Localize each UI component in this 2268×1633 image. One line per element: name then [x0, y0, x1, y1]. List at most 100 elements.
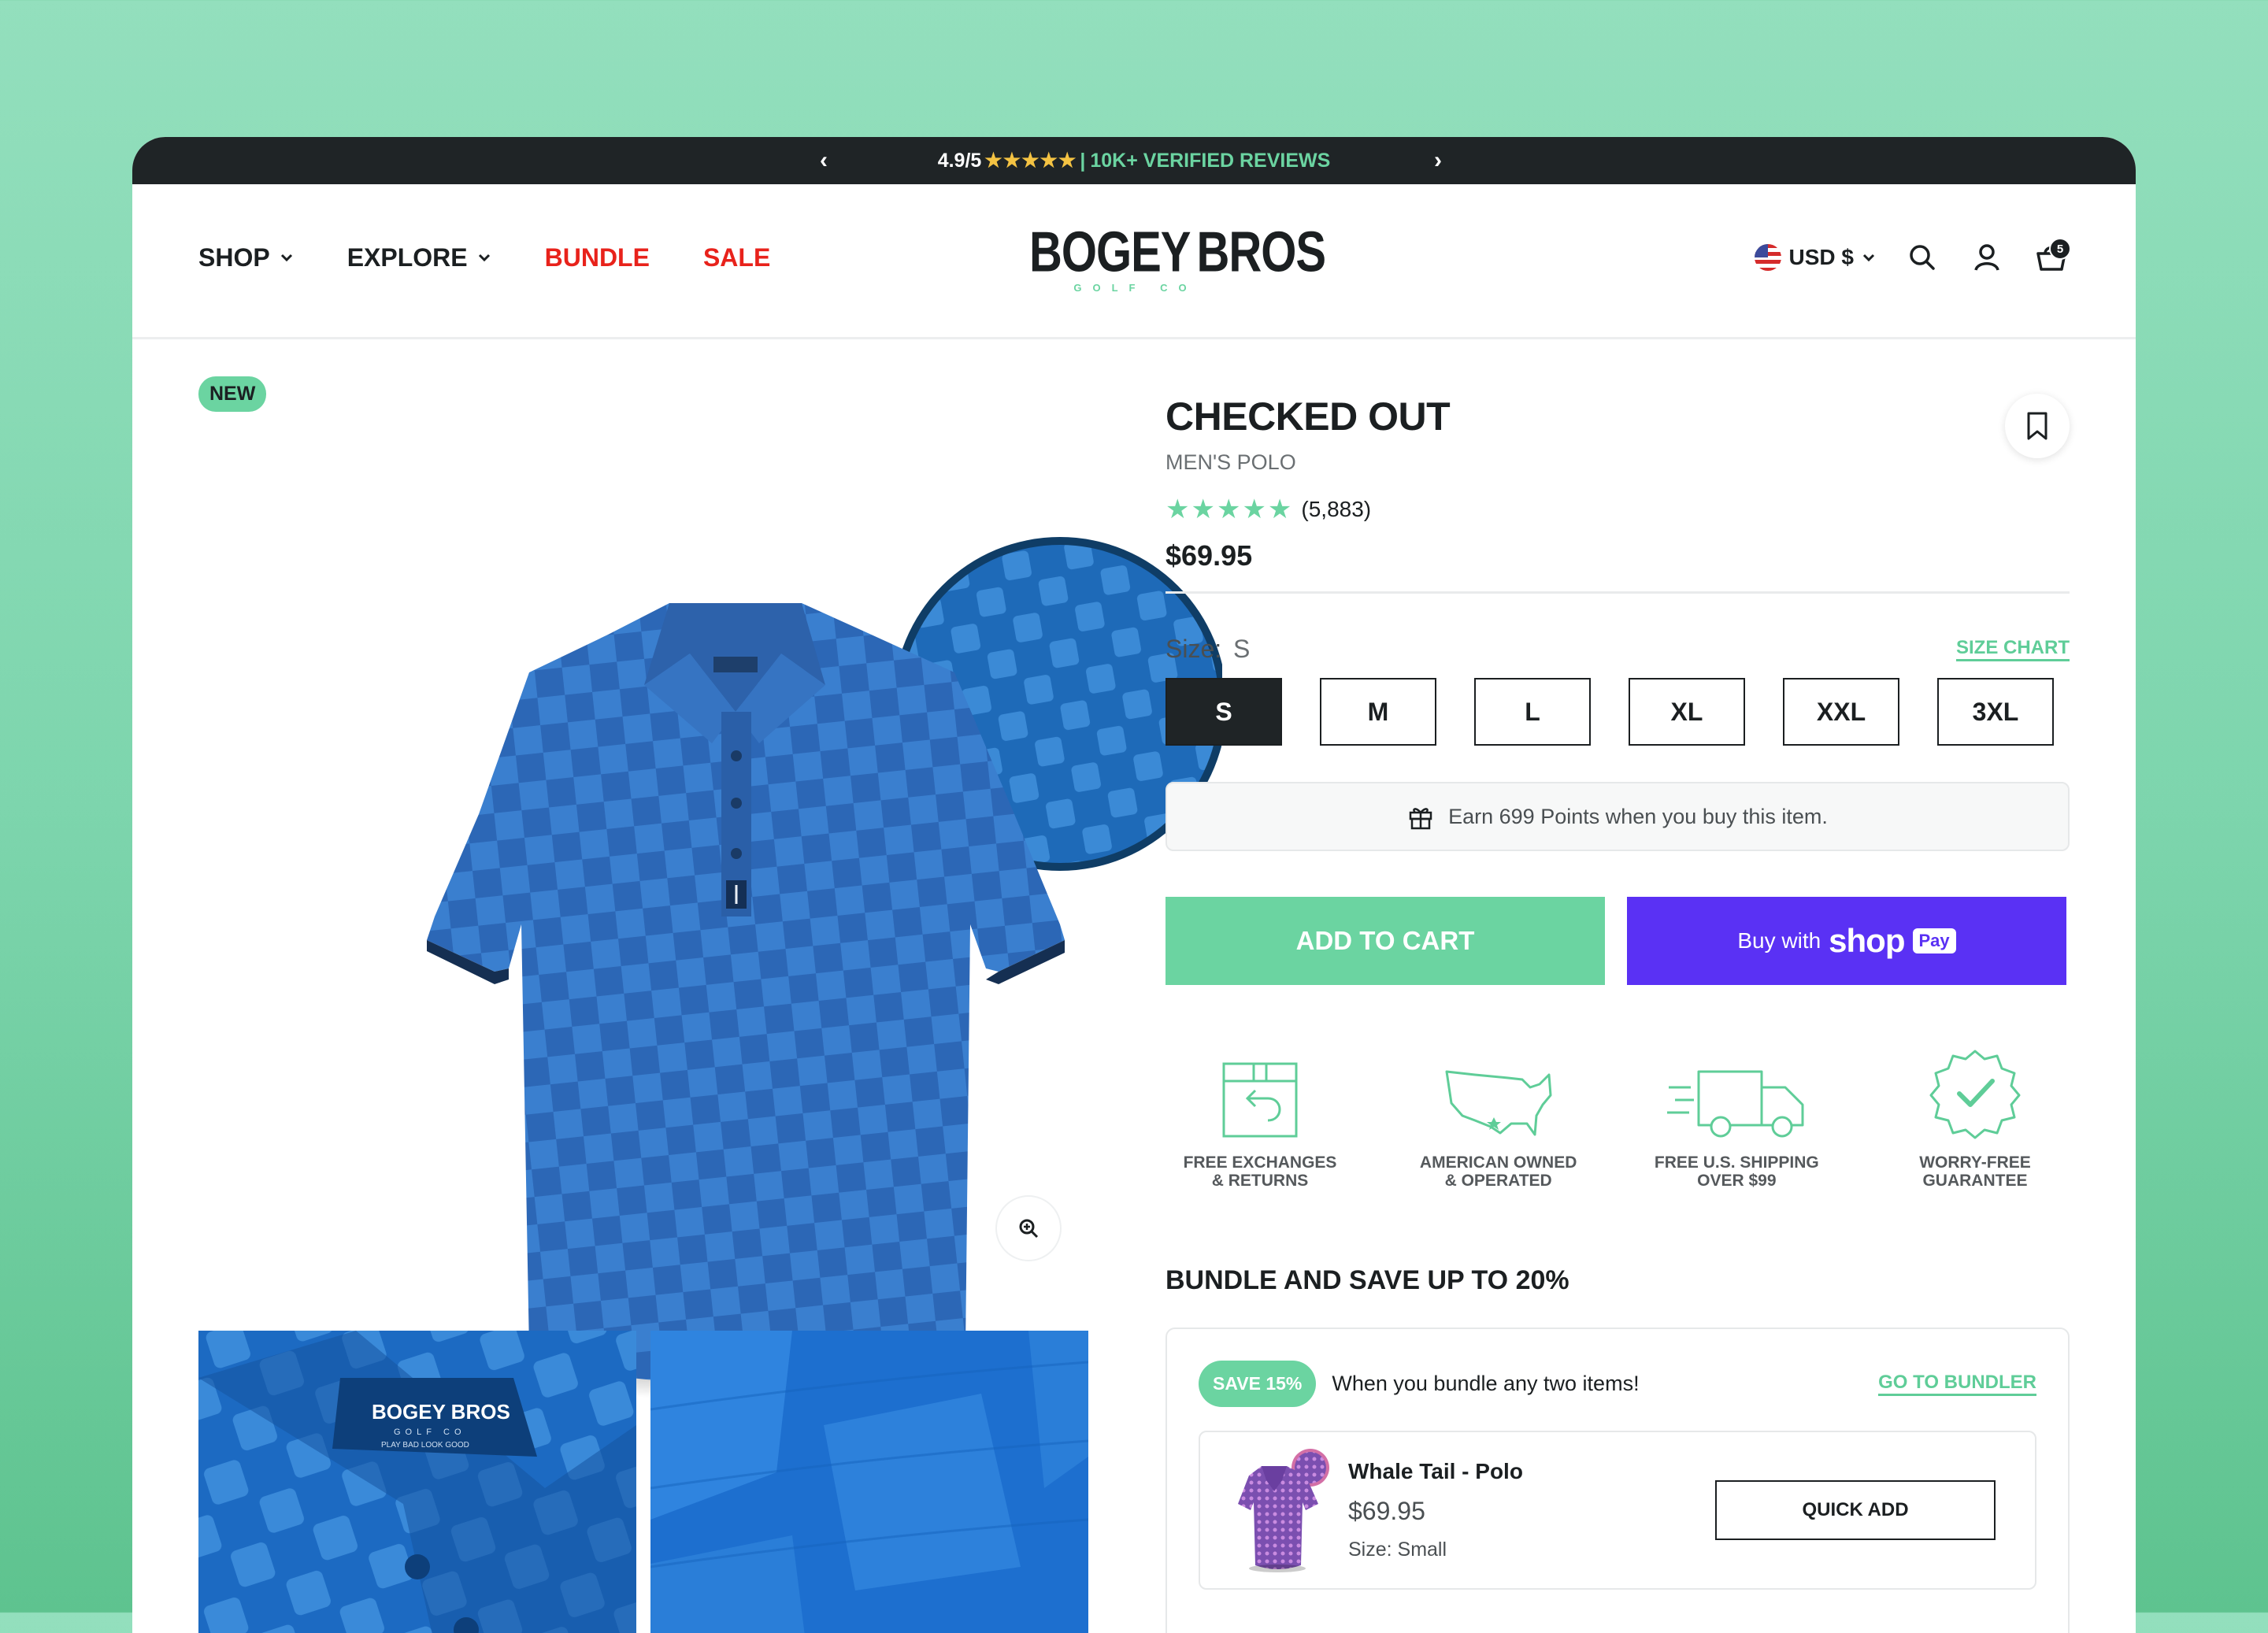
currency-selector[interactable]: USD $ — [1754, 244, 1876, 271]
size-option-3xl[interactable]: 3XL — [1937, 678, 2054, 746]
site-logo[interactable]: BOGEY BROS GOLF CO — [1029, 219, 1326, 298]
bundle-product-image[interactable] — [1224, 1447, 1331, 1573]
bundle-header: SAVE 15% When you bundle any two items! … — [1199, 1361, 2036, 1408]
collar-label-tagline: PLAY BAD LOOK GOOD — [381, 1441, 469, 1450]
product-main-image[interactable] — [198, 373, 1227, 1428]
bookmark-icon — [2027, 412, 2048, 440]
rating-stars-icon: ★★★★★ — [1166, 494, 1294, 524]
feature-free-shipping: FREE U.S. SHIPPING OVER $99 — [1642, 1053, 1831, 1190]
bundle-section-title: BUNDLE AND SAVE UP TO 20% — [1166, 1265, 1569, 1296]
size-label: Size: S — [1166, 635, 1250, 664]
polo-shirt-image — [411, 537, 1227, 1398]
feature-guarantee-label: WORRY-FREE GUARANTEE — [1919, 1153, 2031, 1190]
save-percent-badge: SAVE 15% — [1199, 1361, 1317, 1408]
chevron-down-icon — [478, 254, 490, 262]
us-flag-icon — [1754, 244, 1781, 271]
divider — [1166, 591, 2070, 594]
size-options: S M L XL XXL 3XL — [1166, 678, 2070, 746]
announcement-next-arrow-icon[interactable]: › — [1434, 137, 1442, 184]
quick-add-button[interactable]: QUICK ADD — [1715, 1480, 1996, 1541]
size-label-text: Size: — [1166, 635, 1222, 663]
announcement-rating: 4.9/5 — [937, 149, 982, 172]
size-option-xl[interactable]: XL — [1629, 678, 1745, 746]
usa-map-icon — [1445, 1070, 1552, 1136]
announcement-stars-icon: ★★★★★ — [984, 150, 1077, 172]
size-row: Size: S SIZE CHART — [1166, 635, 2070, 664]
search-button[interactable] — [1904, 239, 1940, 276]
collar-label-sub: GOLF CO — [394, 1427, 466, 1437]
site-header: SHOP EXPLORE BUNDLE SALE BOGEY BROS GOLF… — [132, 184, 2136, 339]
add-to-cart-button[interactable]: ADD TO CART — [1166, 897, 1605, 985]
announcement-bar: ‹ 4.9/5 ★★★★★ | 10K+ VERIFIED REVIEWS › — [132, 137, 2136, 184]
main-nav: SHOP EXPLORE BUNDLE SALE — [198, 184, 770, 331]
feature-american-owned: AMERICAN OWNED & OPERATED — [1404, 1053, 1593, 1190]
announcement-reviews: 10K+ VERIFIED REVIEWS — [1090, 149, 1331, 172]
feature-returns: FREE EXCHANGES & RETURNS — [1166, 1053, 1354, 1190]
box-return-icon — [1222, 1062, 1298, 1138]
nav-shop[interactable]: SHOP — [198, 243, 294, 272]
product-price: $69.95 — [1166, 539, 1253, 572]
bundle-box: SAVE 15% When you bundle any two items! … — [1166, 1328, 2070, 1633]
feature-american-owned-label: AMERICAN OWNED & OPERATED — [1419, 1153, 1577, 1190]
product-title: CHECKED OUT — [1166, 394, 1451, 439]
announcement-separator: | — [1080, 149, 1086, 172]
nav-explore[interactable]: EXPLORE — [347, 243, 491, 272]
size-selected-value: S — [1233, 635, 1251, 663]
buy-with-label: Buy with — [1737, 928, 1821, 953]
thumbnail-fabric[interactable] — [650, 1331, 1088, 1633]
bundle-product-size: Size: Small — [1348, 1539, 1447, 1561]
logo-wordmark: BOGEY BROS — [1029, 219, 1326, 285]
feature-free-shipping-label: FREE U.S. SHIPPING OVER $99 — [1654, 1153, 1819, 1190]
cart-button[interactable]: 5 — [2033, 238, 2071, 276]
cart-count-badge: 5 — [2049, 238, 2071, 260]
bundle-product-price: $69.95 — [1348, 1497, 1425, 1526]
zoom-button[interactable] — [995, 1195, 1062, 1261]
go-to-bundler-link[interactable]: GO TO BUNDLER — [1878, 1372, 2036, 1397]
shop-pay-badge: Pay — [1912, 928, 1956, 954]
collar-label-logo: BOGEY BROS — [372, 1400, 510, 1424]
nav-sale[interactable]: SALE — [703, 243, 770, 272]
size-option-xxl[interactable]: XXL — [1783, 678, 1899, 746]
shop-pay-button[interactable]: Buy with shop Pay — [1627, 897, 2066, 985]
header-actions: USD $ 5 — [1754, 184, 2071, 331]
feature-guarantee: WORRY-FREE GUARANTEE — [1881, 1050, 2070, 1190]
bundle-product-card: Whale Tail - Polo $69.95 Size: Small QUI… — [1199, 1431, 2036, 1590]
thumbnail-collar[interactable]: BOGEY BROS GOLF CO PLAY BAD LOOK GOOD — [198, 1331, 636, 1633]
size-option-s[interactable]: S — [1166, 678, 1282, 746]
bundle-product-name[interactable]: Whale Tail - Polo — [1348, 1459, 1523, 1484]
feature-list: FREE EXCHANGES & RETURNS AMERICAN OWNED … — [1166, 1050, 2070, 1190]
browser-window: ‹ 4.9/5 ★★★★★ | 10K+ VERIFIED REVIEWS › … — [132, 137, 2136, 1633]
product-subtitle: MEN'S POLO — [1166, 450, 1296, 474]
logo-right-text: BROS — [1196, 220, 1327, 284]
logo-subtitle: GOLF CO — [1073, 282, 1198, 294]
zoom-in-icon — [1019, 1219, 1039, 1239]
review-count: (5,883) — [1301, 497, 1372, 521]
rewards-points-text: Earn 699 Points when you buy this item. — [1448, 804, 1828, 828]
nav-shop-label: SHOP — [198, 243, 270, 272]
whale-tail-polo-image — [1238, 1449, 1329, 1573]
currency-label: USD $ — [1788, 245, 1854, 269]
new-badge: NEW — [198, 376, 267, 412]
nav-bundle[interactable]: BUNDLE — [545, 243, 650, 272]
rewards-points-banner: Earn 699 Points when you buy this item. — [1166, 782, 2070, 851]
announcement-prev-arrow-icon[interactable]: ‹ — [820, 137, 828, 184]
logo-left-text: BOGEY — [1029, 220, 1191, 284]
size-option-m[interactable]: M — [1320, 678, 1436, 746]
nav-explore-label: EXPLORE — [346, 243, 468, 272]
shop-pay-logo: shop — [1829, 922, 1905, 959]
delivery-truck-icon — [1667, 1070, 1804, 1138]
gift-icon — [1409, 808, 1432, 830]
product-rating[interactable]: ★★★★★ (5,883) — [1166, 494, 2070, 525]
feature-returns-label: FREE EXCHANGES & RETURNS — [1183, 1153, 1337, 1190]
collar-closeup-image: BOGEY BROS GOLF CO PLAY BAD LOOK GOOD — [198, 1331, 636, 1633]
purchase-buttons: ADD TO CART Buy with shop Pay — [1166, 897, 2070, 985]
wishlist-button[interactable] — [2005, 394, 2070, 458]
size-option-l[interactable]: L — [1474, 678, 1591, 746]
size-chart-link[interactable]: SIZE CHART — [1956, 637, 2070, 661]
chevron-down-icon — [280, 254, 292, 262]
product-info-panel: CHECKED OUT MEN'S POLO ★★★★★ (5,883) $69… — [1166, 394, 2070, 1633]
bundle-product-info: Whale Tail - Polo $69.95 Size: Small — [1348, 1459, 1523, 1561]
bundle-description: When you bundle any two items! — [1332, 1372, 1640, 1396]
fabric-closeup-image — [650, 1331, 1088, 1633]
account-button[interactable] — [1969, 239, 2005, 276]
